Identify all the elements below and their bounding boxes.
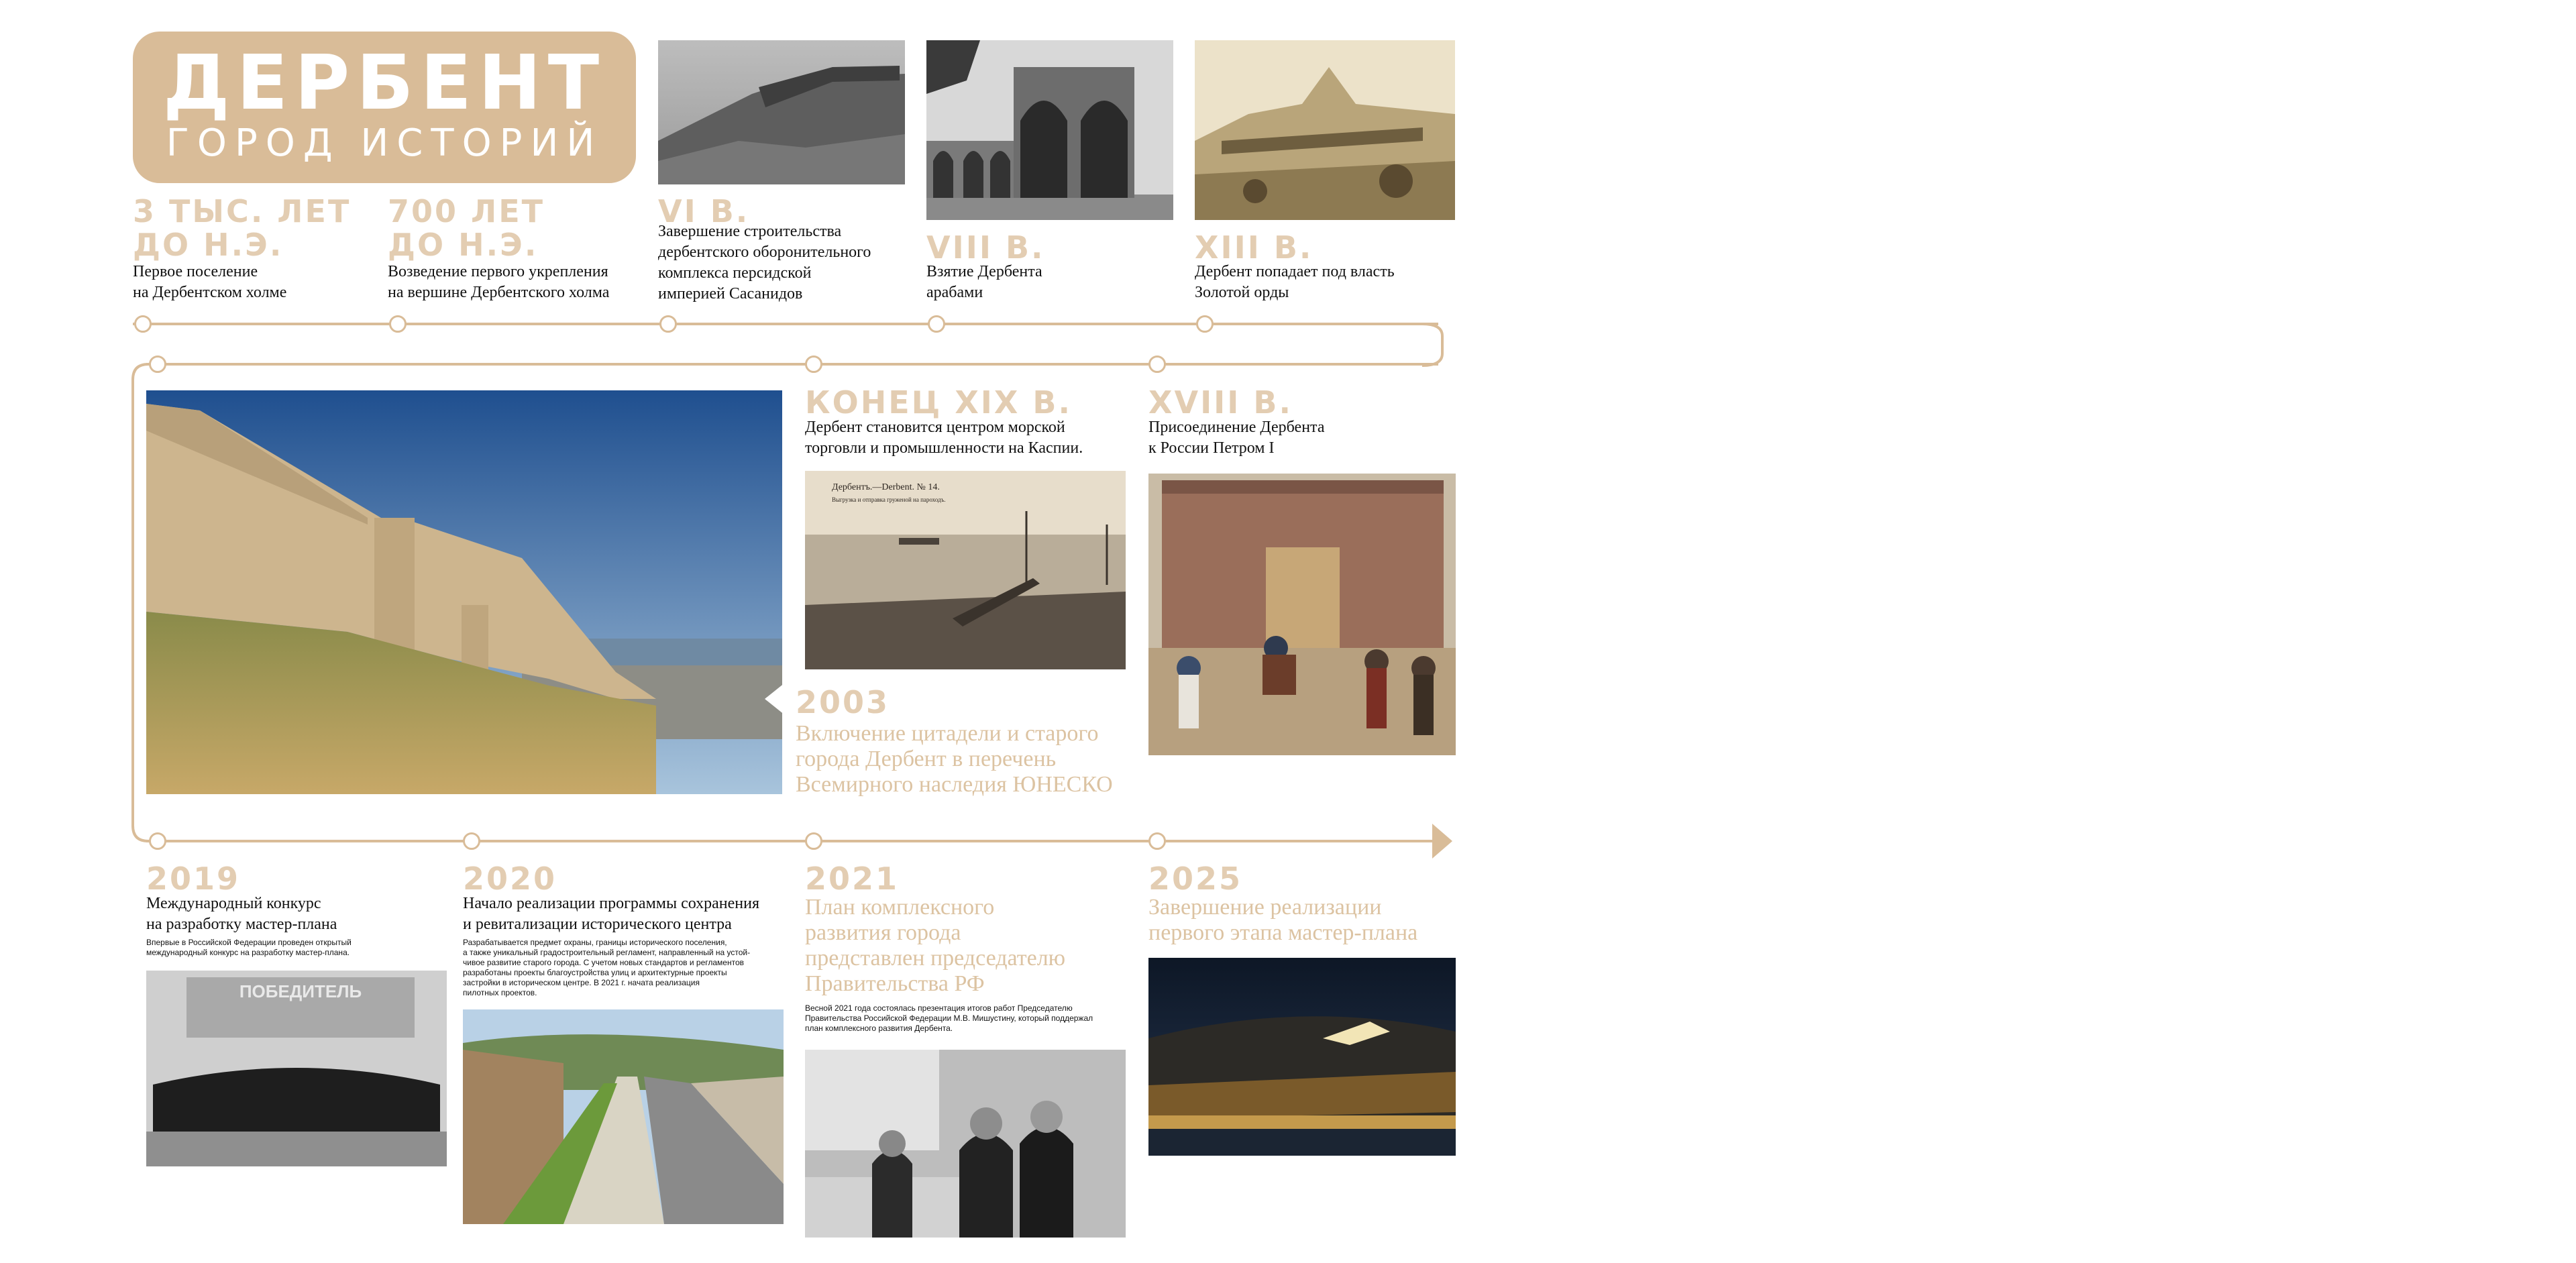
event-international-contest: Международный конкурс на разработку маст…	[146, 895, 337, 933]
night-city-photo	[1148, 958, 1456, 1156]
timeline-top	[133, 323, 1438, 325]
timeline-dot	[1148, 355, 1166, 373]
timeline-right-curve	[1422, 323, 1444, 367]
title-banner: ДЕРБЕНТ ГОРОД ИСТОРИЙ	[133, 32, 636, 183]
timeline-dot	[805, 832, 822, 850]
era-3k-bc: 3 ТЫС. ЛЕТ ДО Н.Э.	[133, 193, 352, 263]
era-2020: 2020	[463, 861, 557, 897]
event-arab-capture: Взятие Дербента арабами	[926, 263, 1042, 301]
event-revitalization-program: Начало реализации программы сохранения и…	[463, 895, 759, 933]
event-peter-annexation: Присоединение Дербента к России Петром I	[1148, 419, 1325, 457]
page-title: ДЕРБЕНТ	[162, 40, 606, 127]
postcard-port-photo: Дербентъ.—Derbent. № 14. Выгрузка и отпр…	[805, 471, 1126, 669]
era-late-19th-century: КОНЕЦ XIX В.	[805, 384, 1072, 421]
arches-photo	[926, 40, 1173, 220]
timeline-dot	[805, 355, 822, 373]
derbent-wall-photo	[146, 390, 782, 794]
event-caspian-trade: Дербент становится центром морской торго…	[805, 419, 1083, 457]
note-2020: Разрабатывается предмет охраны, границы …	[463, 938, 751, 997]
timeline-dot	[463, 832, 480, 850]
postcard-caption-2: Выгрузка и отправка груженой на пароходъ…	[832, 496, 946, 503]
timeline-bottom	[146, 840, 1434, 842]
note-2021: Весной 2021 года состоялась презентация …	[805, 1003, 1093, 1033]
timeline-middle	[146, 363, 1438, 366]
era-18th-century: XVIII В.	[1148, 384, 1293, 421]
timeline-dot	[149, 832, 166, 850]
note-2019: Впервые в Российской Федерации проведен …	[146, 938, 352, 957]
event-first-settlement: Первое поселение на Дербентском холме	[133, 263, 287, 301]
era-2003: 2003	[796, 684, 890, 720]
postcard-caption-1: Дербентъ.—Derbent. № 14.	[832, 482, 940, 492]
timeline-dot	[1196, 315, 1214, 333]
timeline-dot	[928, 315, 945, 333]
street-render-photo	[463, 1009, 784, 1224]
timeline-dot	[134, 315, 152, 333]
peter-painting-photo	[1148, 474, 1456, 755]
event-golden-horde: Дербент попадает под власть Золотой орды	[1195, 263, 1395, 301]
event-first-stage-complete: Завершение реализации первого этапа маст…	[1148, 895, 1418, 945]
winners-group-photo: ПОБЕДИТЕЛЬ	[146, 971, 447, 1166]
fortress-wall-photo	[658, 40, 905, 184]
era-2025: 2025	[1148, 861, 1243, 897]
presentation-photo	[805, 1050, 1126, 1238]
event-unesco-inclusion: Включение цитадели и старого города Дерб…	[796, 721, 1113, 797]
era-2021: 2021	[805, 861, 900, 897]
event-plan-presented: План комплексного развития города предст…	[805, 895, 1066, 996]
era-700-bc: 700 ЛЕТ ДО Н.Э.	[388, 193, 545, 263]
engraving-photo	[1195, 40, 1455, 220]
timeline-dot	[389, 315, 407, 333]
page-subtitle: ГОРОД ИСТОРИЙ	[166, 121, 603, 165]
winner-banner: ПОБЕДИТЕЛЬ	[239, 981, 362, 1001]
timeline-dot	[149, 355, 166, 373]
era-2019: 2019	[146, 861, 241, 897]
event-sasanid-complex: Завершение строительства дербентского об…	[658, 223, 871, 303]
era-13th-century: XIII В.	[1195, 229, 1313, 266]
timeline-arrow-icon	[1432, 824, 1452, 859]
era-8th-century: VIII В.	[926, 229, 1045, 266]
callout-pointer	[765, 683, 785, 715]
timeline-dot	[1148, 832, 1166, 850]
timeline-dot	[659, 315, 677, 333]
event-first-fortification: Возведение первого укрепления на вершине…	[388, 263, 610, 301]
